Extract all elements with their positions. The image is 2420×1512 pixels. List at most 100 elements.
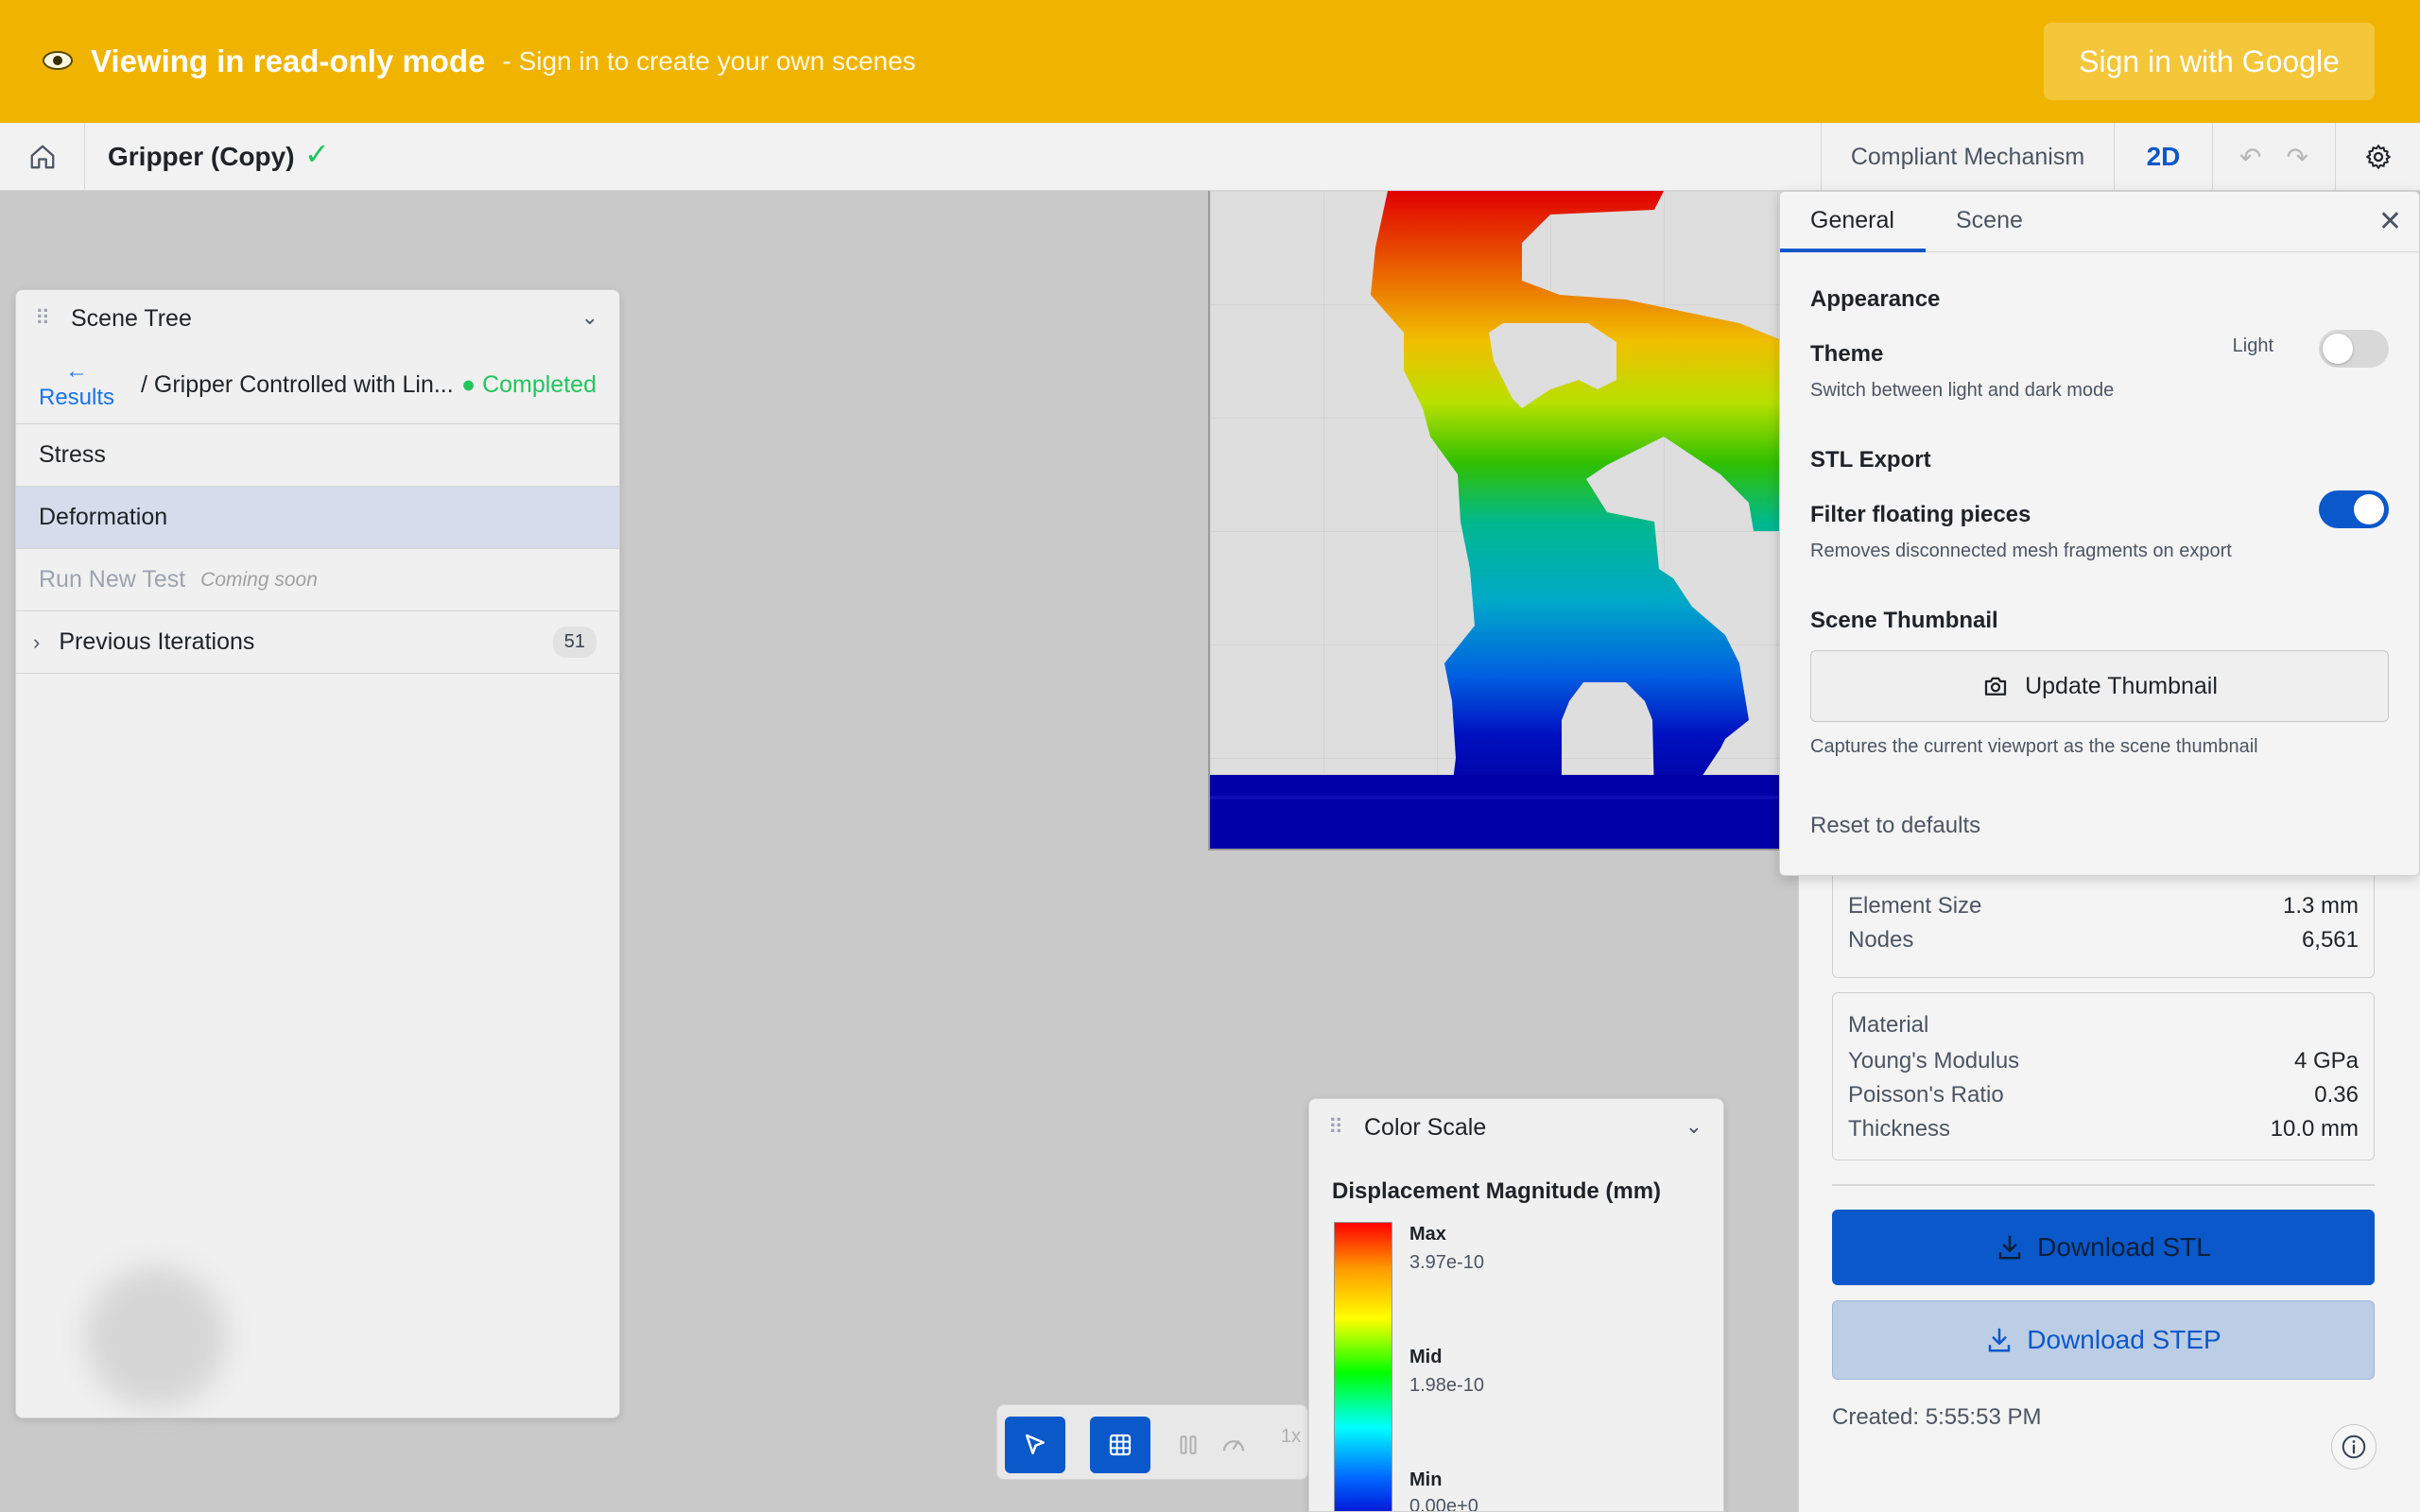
filter-floating-label: Filter floating pieces [1810, 502, 2031, 527]
chevron-down-icon[interactable]: ⌄ [581, 305, 598, 330]
download-icon [1998, 1235, 2021, 1260]
tree-item-deformation[interactable]: Deformation [16, 487, 619, 549]
tree-item-previous-iterations[interactable]: › Previous Iterations 51 [16, 611, 619, 674]
tab-general[interactable]: General [1810, 207, 1894, 234]
undo-redo-group: ↶ ↷ [2212, 123, 2335, 191]
mid-value: 1.98e-10 [1409, 1375, 1484, 1396]
info-button[interactable] [2331, 1424, 2377, 1469]
tab-scene[interactable]: Scene [1956, 207, 2023, 234]
sign-in-google-button[interactable]: Sign in with Google [2044, 23, 2375, 100]
speedometer-icon [1222, 1440, 1245, 1452]
gear-icon [2365, 145, 2391, 169]
grid-toggle-button[interactable] [1090, 1417, 1150, 1473]
results-info-panel: Element Size 1.3 mm Nodes 6,561 Material… [1798, 841, 2420, 1512]
element-size-value: 1.3 mm [2282, 893, 2359, 919]
status-badge: ● Completed [461, 371, 596, 398]
nodes-label: Nodes [1848, 927, 1914, 953]
download-step-label: Download STEP [2027, 1325, 2221, 1354]
update-thumbnail-button[interactable]: Update Thumbnail [1810, 650, 2389, 722]
drag-handle-icon[interactable]: ⠿ [1328, 1115, 1364, 1140]
banner-title: Viewing in read-only mode [91, 43, 486, 78]
download-stl-button[interactable]: Download STL [1832, 1210, 2375, 1285]
scene-tree-header: ⠿ Scene Tree ⌄ [16, 290, 619, 347]
tree-item-stress[interactable]: Stress [16, 424, 619, 487]
home-button[interactable] [0, 123, 85, 191]
home-icon [30, 145, 54, 169]
banner-subtitle: - Sign in to create your own scenes [502, 46, 916, 76]
update-thumbnail-label: Update Thumbnail [2025, 672, 2218, 699]
redo-icon[interactable]: ↷ [2287, 142, 2308, 173]
status-label: Completed [482, 371, 596, 398]
coming-soon-note: Coming soon [200, 568, 318, 591]
settings-tabs: General Scene ✕ [1780, 192, 2419, 252]
min-label: Min [1409, 1469, 1443, 1490]
tree-item-label: Stress [39, 441, 106, 468]
grid-icon [1109, 1434, 1132, 1456]
element-size-row: Element Size 1.3 mm [1848, 893, 2359, 919]
drag-handle-icon[interactable]: ⠿ [35, 306, 71, 331]
scene-tree-panel: ⠿ Scene Tree ⌄ ← Results / Gripper Contr… [15, 289, 620, 1418]
download-step-button[interactable]: Download STEP [1832, 1300, 2375, 1380]
theme-toggle[interactable] [2319, 330, 2389, 368]
tree-item-label: Deformation [39, 504, 168, 530]
filter-floating-description: Removes disconnected mesh fragments on e… [1810, 541, 2232, 561]
document-title: Gripper (Copy) [108, 142, 295, 171]
thickness-row: Thickness 10.0 mm [1848, 1116, 2359, 1143]
camera-icon [1984, 677, 2007, 696]
youngs-value: 4 GPa [2293, 1048, 2359, 1074]
speed-button[interactable] [1215, 1417, 1253, 1473]
created-timestamp: Created: 5:55:53 PM [1832, 1404, 2042, 1430]
chevron-right-icon: › [33, 629, 41, 654]
toggle-knob [2354, 494, 2384, 524]
undo-icon[interactable]: ↶ [2239, 142, 2261, 173]
tree-item-run-new-test: Run New Test Coming soon [16, 549, 619, 611]
speed-label: 1x [1281, 1426, 1302, 1447]
color-scale-label: Displacement Magnitude (mm) [1332, 1178, 1662, 1204]
appearance-heading: Appearance [1810, 286, 1941, 312]
toggle-knob [2323, 334, 2353, 364]
readonly-banner: Viewing in read-only mode - Sign in to c… [0, 0, 2420, 123]
settings-button[interactable] [2335, 123, 2420, 191]
min-value: 0.00e+0 [1409, 1496, 1478, 1512]
scene-thumbnail-heading: Scene Thumbnail [1810, 608, 1998, 633]
viewport-toolbar: 1x [996, 1404, 1308, 1480]
divider [1832, 1184, 2375, 1186]
cursor-icon [1026, 1434, 1045, 1454]
color-scale-title: Color Scale [1364, 1113, 1487, 1141]
mid-label: Mid [1409, 1347, 1443, 1367]
nodes-row: Nodes 6,561 [1848, 927, 2359, 954]
pause-icon [1180, 1435, 1197, 1454]
mode-label[interactable]: Compliant Mechanism [1821, 123, 2114, 191]
close-icon[interactable]: ✕ [2378, 205, 2402, 238]
saved-check-icon: ✓ [304, 137, 330, 171]
settings-dialog: General Scene ✕ Appearance Theme Switch … [1779, 191, 2420, 876]
max-value: 3.97e-10 [1409, 1252, 1484, 1273]
pause-button[interactable] [1158, 1417, 1219, 1473]
reset-defaults-link[interactable]: Reset to defaults [1810, 813, 1980, 839]
poisson-value: 0.36 [2314, 1082, 2359, 1108]
tree-item-label: Run New Test [39, 566, 186, 593]
top-bar: Gripper (Copy) ✓ Compliant Mechanism 2D … [0, 123, 2420, 191]
active-tab-indicator [1780, 249, 1926, 252]
dimension-toggle-button[interactable]: 2D [2114, 123, 2212, 191]
theme-state-label: Light [2232, 335, 2273, 356]
poisson-row: Poisson's Ratio 0.36 [1848, 1082, 2359, 1108]
material-card: Material Young's Modulus 4 GPa Poisson's… [1832, 992, 2375, 1160]
thumbnail-description: Captures the current viewport as the sce… [1810, 736, 2258, 757]
select-tool-button[interactable] [1005, 1417, 1065, 1473]
filter-floating-toggle[interactable] [2319, 490, 2389, 528]
blurred-decoration [85, 1266, 227, 1408]
color-scale-header: ⠿ Color Scale ⌄ [1309, 1099, 1723, 1156]
breadcrumb-path: / Gripper Controlled with Lin... [141, 371, 454, 398]
scene-tree-title: Scene Tree [71, 304, 192, 332]
chevron-down-icon[interactable]: ⌄ [1685, 1114, 1703, 1139]
download-stl-label: Download STL [2037, 1232, 2211, 1262]
color-scale-panel: ⠿ Color Scale ⌄ Displacement Magnitude (… [1308, 1098, 1724, 1512]
iterations-count-badge: 51 [552, 627, 596, 658]
nodes-value: 6,561 [2301, 927, 2359, 953]
model-viewport[interactable] [1208, 191, 1785, 850]
deformation-model [1210, 191, 1785, 849]
theme-description: Switch between light and dark mode [1810, 380, 2115, 401]
download-icon [1989, 1328, 2011, 1352]
back-to-results-link[interactable]: ← Results [39, 358, 114, 411]
